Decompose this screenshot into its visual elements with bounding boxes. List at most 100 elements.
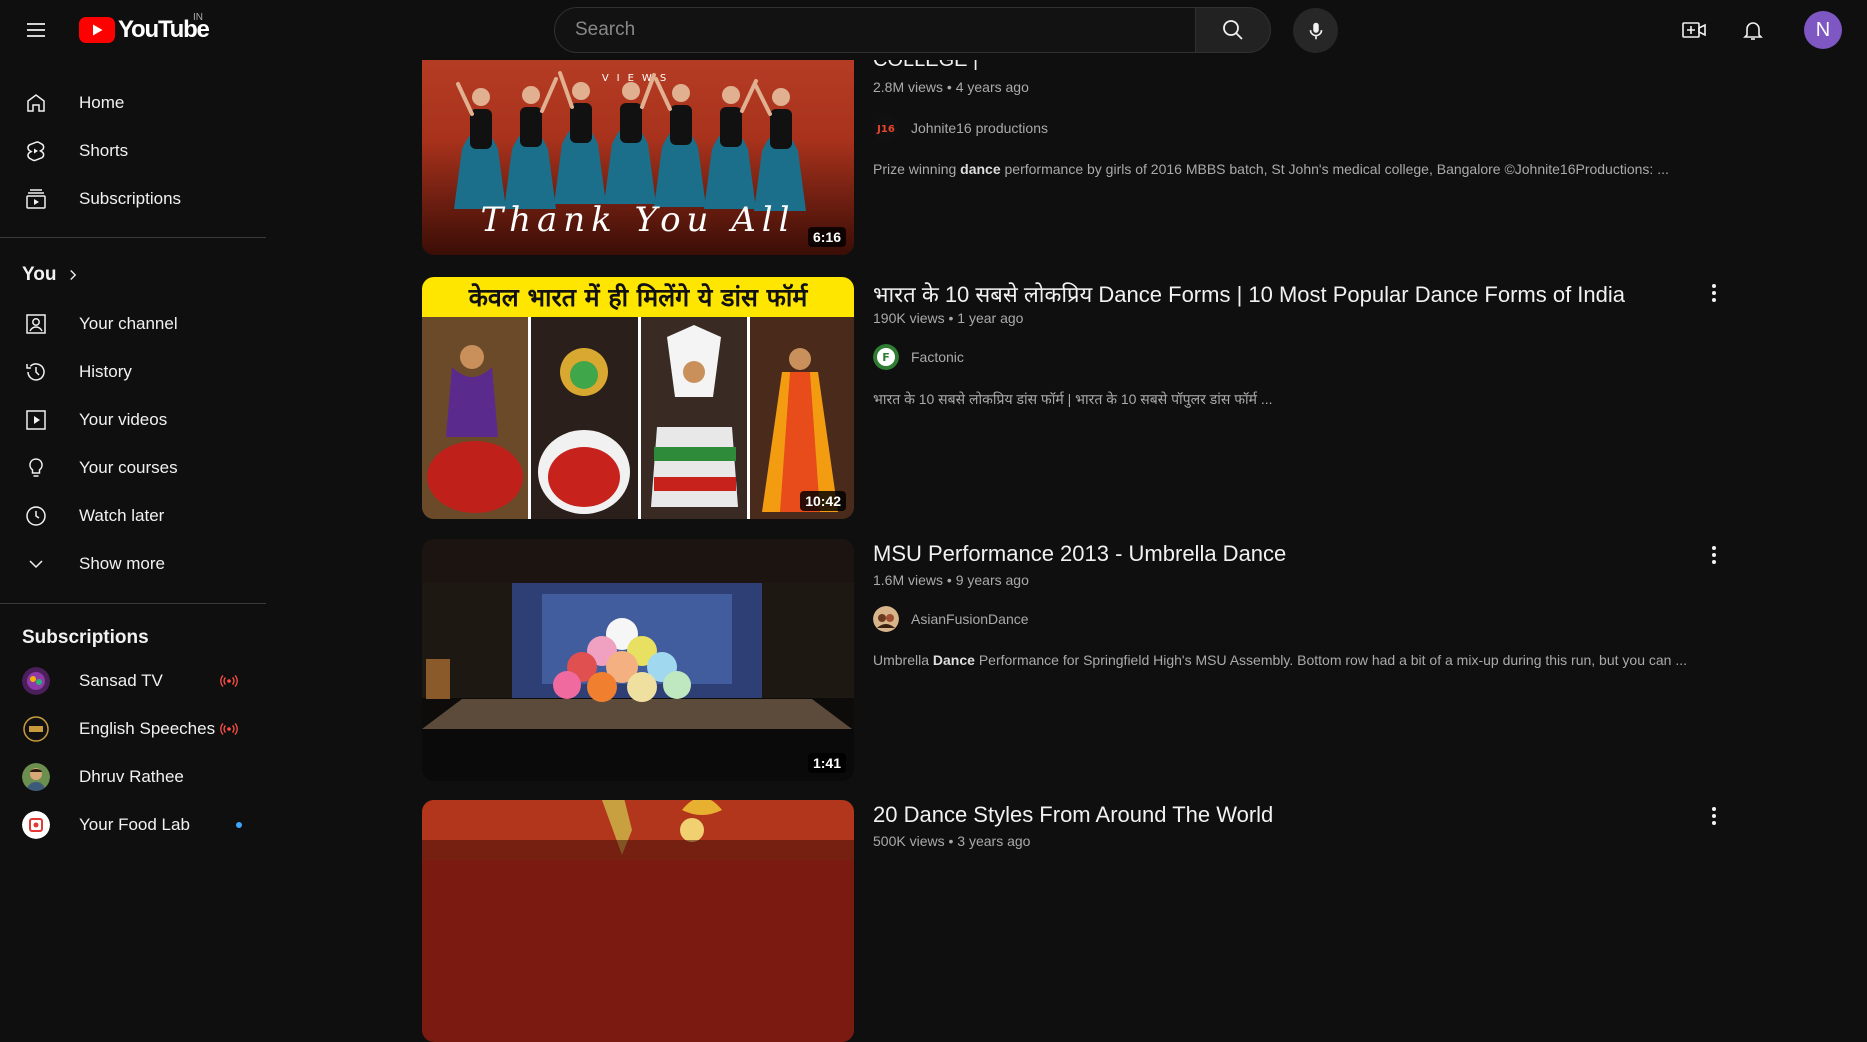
you-section-heading[interactable]: You [22, 264, 82, 286]
video-title[interactable]: 20 Dance Styles From Around The World [873, 802, 1273, 828]
notifications-button[interactable] [1733, 10, 1773, 50]
sidebar-item-watch-later[interactable]: Watch later [12, 496, 254, 536]
channel-link[interactable]: J16 Johnite16 productions [873, 115, 1048, 141]
watch-later-icon [26, 506, 46, 526]
video-meta: 1.6M views • 9 years ago [873, 572, 1029, 588]
more-actions-button[interactable] [1702, 804, 1726, 828]
sidebar-item-label: Show more [79, 554, 165, 573]
video-thumbnail[interactable]: केवल भारत में ही मिलेंगे ये डांस फॉर्म 1… [422, 277, 854, 519]
history-icon [26, 363, 45, 381]
live-broadcast-icon [220, 723, 238, 735]
video-meta: 2.8M views • 4 years ago [873, 79, 1029, 95]
channel-avatar [22, 715, 50, 743]
sidebar-item-dhruv-rathee[interactable]: Dhruv Rathee [12, 757, 254, 797]
sidebar-item-label: Your videos [79, 410, 168, 429]
search-button[interactable] [1195, 7, 1271, 53]
more-vert-icon [1712, 546, 1716, 564]
more-vert-icon [1712, 284, 1716, 302]
more-vert-icon [1712, 807, 1716, 825]
courses-icon [29, 458, 43, 477]
view-count: 1.6M views [873, 572, 944, 588]
channel-avatar [873, 606, 899, 632]
channel-avatar [22, 667, 50, 695]
sidebar-item-english-speeches[interactable]: English Speeches [12, 709, 254, 749]
voice-search-button[interactable] [1293, 8, 1338, 53]
sidebar-item-show-more[interactable]: Show more [12, 544, 254, 584]
video-duration: 10:42 [800, 491, 846, 511]
channel-avatar [22, 811, 50, 839]
microphone-icon [1309, 22, 1322, 39]
shorts-icon [27, 141, 45, 162]
more-actions-button[interactable] [1702, 543, 1726, 567]
channel-name: Factonic [911, 349, 964, 365]
video-thumbnail[interactable] [422, 800, 854, 1042]
sidebar-item-label: Dhruv Rathee [79, 767, 184, 786]
sidebar-item-label: Your Food Lab [79, 815, 190, 834]
sidebar-item-label: Your channel [79, 314, 178, 333]
video-thumbnail[interactable]: 1:41 [422, 539, 854, 781]
sidebar-item-your-channel[interactable]: Your channel [12, 304, 254, 344]
sidebar: Home Shorts Subscriptions You Your chann… [0, 60, 266, 856]
youtube-logo[interactable]: YouTube [79, 16, 210, 44]
sidebar-item-history[interactable]: History [12, 352, 254, 392]
thumb-top-text: VIEWS [602, 73, 674, 84]
top-bar: YouTube IN N [0, 0, 1867, 60]
video-description: Umbrella Dance Performance for Springfie… [873, 652, 1688, 668]
subscriptions-icon [26, 189, 46, 209]
channel-avatar [22, 763, 50, 791]
your-videos-icon [26, 410, 46, 430]
live-broadcast-icon [220, 675, 238, 687]
thumb-overlay-text: केवल भारत में ही मिलेंगे ये डांस फॉर्म [468, 283, 809, 312]
sidebar-item-home[interactable]: Home [12, 83, 254, 123]
svg-text:F: F [882, 351, 890, 364]
video-title[interactable]: भारत के 10 सबसे लोकप्रिय Dance Forms | 1… [873, 279, 1625, 309]
video-duration: 1:41 [807, 753, 846, 773]
sidebar-item-your-videos[interactable]: Your videos [12, 400, 254, 440]
sidebar-item-label: Shorts [79, 141, 129, 160]
upload-age: 3 years ago [957, 833, 1031, 849]
upload-age: 9 years ago [955, 572, 1029, 588]
sidebar-item-your-food-lab[interactable]: Your Food Lab [12, 805, 254, 845]
channel-avatar: F [873, 344, 899, 370]
sidebar-item-subscriptions[interactable]: Subscriptions [12, 179, 254, 219]
svg-text:J16: J16 [876, 124, 895, 135]
search-input[interactable] [554, 7, 1195, 53]
sidebar-item-label: Subscriptions [79, 189, 182, 208]
view-count: 190K views [873, 310, 945, 326]
sidebar-divider [0, 603, 266, 604]
video-result: 20 Dance Styles From Around The World 50… [422, 800, 1722, 1042]
you-heading-label: You [22, 264, 57, 285]
sidebar-item-label: History [79, 362, 132, 381]
video-duration: 6:16 [807, 227, 846, 247]
video-title[interactable]: MSU Performance 2013 - Umbrella Dance [873, 541, 1286, 567]
sidebar-item-shorts[interactable]: Shorts [12, 131, 254, 171]
sidebar-item-label: Home [79, 93, 125, 112]
your-channel-icon [26, 314, 46, 334]
channel-link[interactable]: F Factonic [873, 344, 964, 370]
video-description: Prize winning dance performance by girls… [873, 161, 1669, 177]
chevron-right-icon [70, 270, 77, 280]
view-count: 500K views [873, 833, 945, 849]
channel-name: AsianFusionDance [911, 611, 1029, 627]
create-button[interactable] [1674, 10, 1714, 50]
thumb-overlay-text: Thank You All [480, 200, 795, 240]
account-avatar[interactable]: N [1804, 11, 1842, 49]
upload-age: 4 years ago [955, 79, 1029, 95]
channel-link[interactable]: AsianFusionDance [873, 606, 1029, 632]
subscriptions-heading: Subscriptions [22, 627, 149, 648]
home-icon [27, 94, 45, 112]
sidebar-item-label: Watch later [79, 506, 165, 525]
sidebar-item-sansad-tv[interactable]: Sansad TV [12, 661, 254, 701]
country-code: IN [193, 12, 203, 23]
search-bar [554, 7, 1274, 53]
video-result: केवल भारत में ही मिलेंगे ये डांस फॉर्म 1… [422, 277, 1722, 519]
view-count: 2.8M views [873, 79, 944, 95]
chevron-down-icon [29, 560, 43, 569]
guide-menu-button[interactable] [16, 10, 56, 50]
sidebar-item-label: Your courses [79, 458, 178, 477]
sidebar-item-label: Sansad TV [79, 671, 163, 690]
bell-icon [1743, 22, 1763, 40]
sidebar-item-your-courses[interactable]: Your courses [12, 448, 254, 488]
create-video-icon [1682, 22, 1706, 38]
more-actions-button[interactable] [1702, 281, 1726, 305]
